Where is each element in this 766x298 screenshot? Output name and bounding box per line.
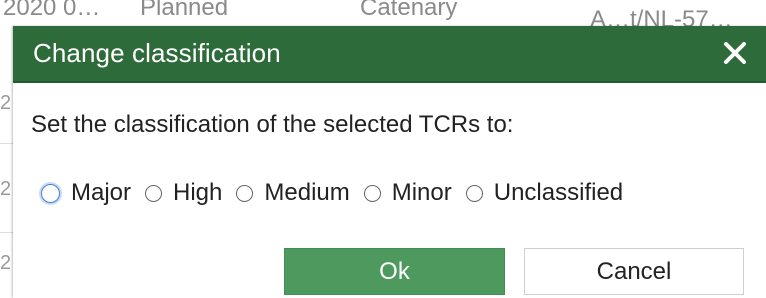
- background-row-fragment: 2: [0, 92, 10, 114]
- close-button[interactable]: [718, 36, 752, 70]
- background-row-fragment: 2: [0, 252, 10, 274]
- background-row-fragment: 2: [0, 178, 10, 200]
- option-medium[interactable]: Medium: [236, 179, 350, 207]
- option-minor[interactable]: Minor: [363, 179, 452, 207]
- background-cell-date: 2020 0…: [3, 0, 101, 21]
- background-cell-type: Catenary: [360, 0, 458, 21]
- radio-icon[interactable]: [465, 184, 483, 202]
- dialog-prompt: Set the classification of the selected T…: [31, 111, 514, 138]
- option-label: Medium: [264, 179, 350, 206]
- background-table-row: 2020 0… Planned Catenary A…t/NL-57…: [0, 0, 766, 33]
- option-label: Major: [71, 179, 132, 206]
- background-cell-status: Planned: [140, 0, 229, 21]
- radio-icon[interactable]: [41, 183, 60, 203]
- option-unclassified[interactable]: Unclassified: [465, 179, 624, 207]
- close-icon: [724, 42, 746, 64]
- radio-icon[interactable]: [236, 184, 254, 202]
- dialog-titlebar: Change classification: [13, 26, 766, 83]
- option-label: High: [173, 179, 223, 206]
- dialog-title: Change classification: [33, 38, 281, 68]
- option-label: Unclassified: [493, 179, 624, 206]
- radio-icon[interactable]: [363, 184, 381, 202]
- radio-icon[interactable]: [145, 184, 163, 202]
- classification-radio-group: Major High Medium Minor Unclassified: [41, 176, 623, 210]
- ok-button[interactable]: Ok: [284, 248, 505, 295]
- change-classification-dialog: Change classification Set the classifica…: [13, 26, 766, 298]
- cancel-button[interactable]: Cancel: [524, 248, 744, 295]
- option-major[interactable]: Major: [41, 179, 131, 207]
- option-label: Minor: [391, 179, 452, 206]
- option-high[interactable]: High: [145, 179, 222, 207]
